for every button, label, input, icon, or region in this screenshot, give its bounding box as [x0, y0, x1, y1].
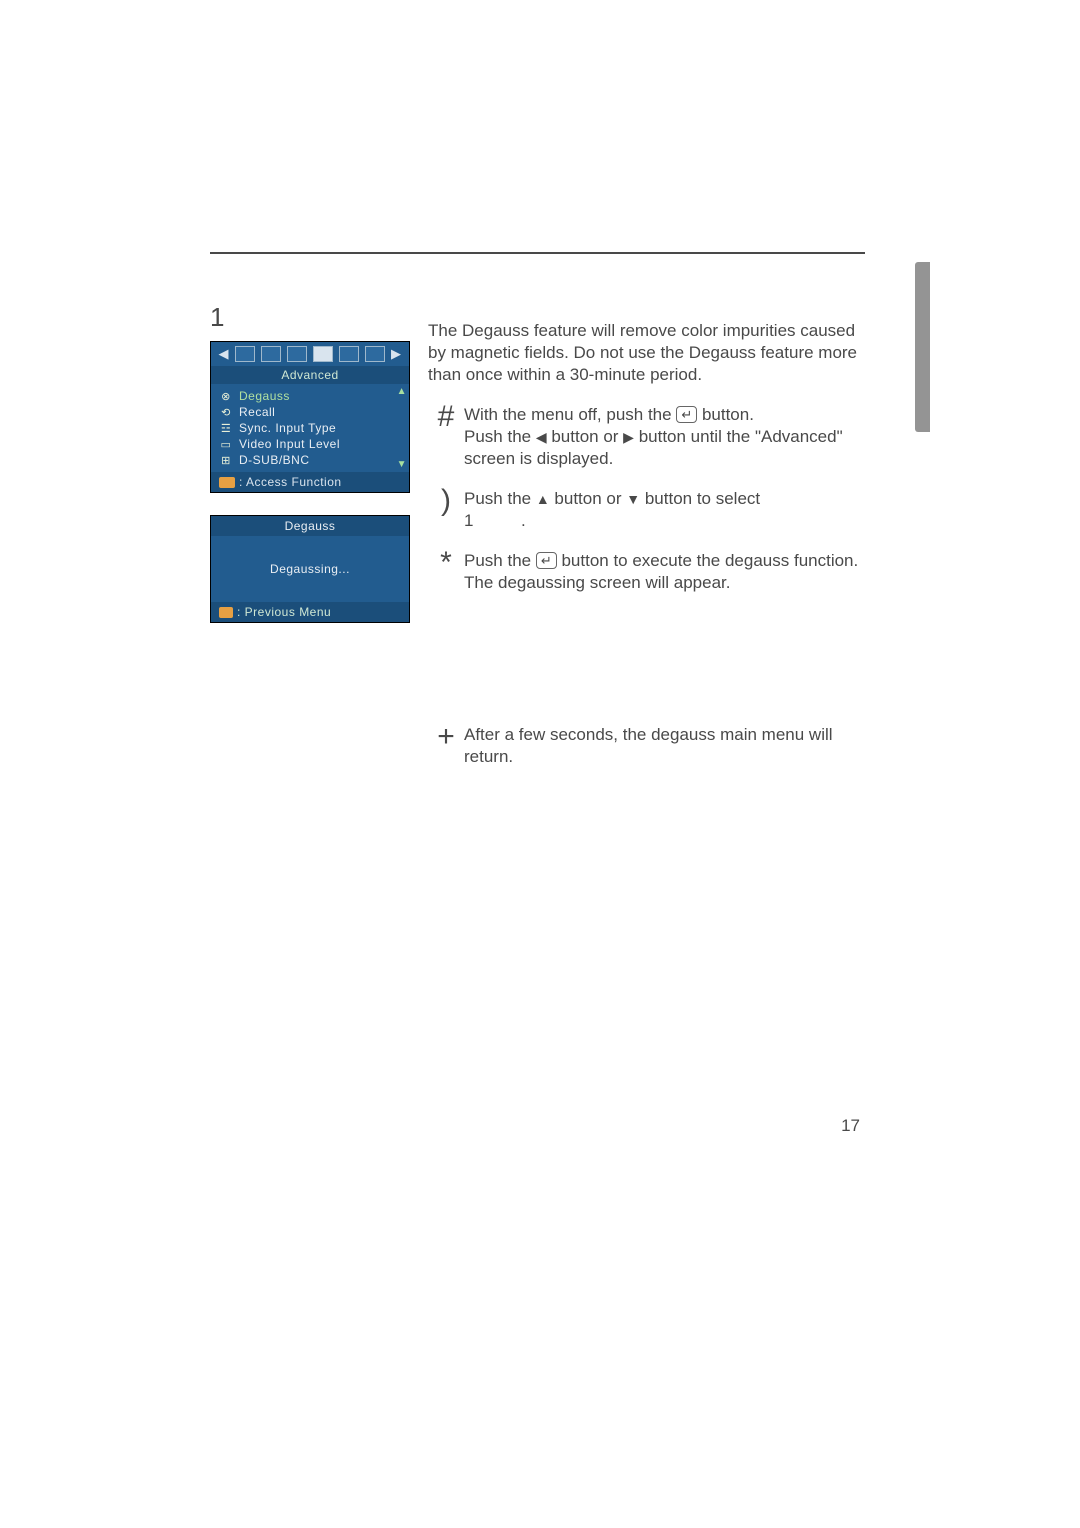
step-3: * Push the ↵ button to execute the degau…	[428, 550, 865, 594]
left-column: 1 ◀ ▶ Advanced ▲	[210, 302, 410, 623]
page: 1 ◀ ▶ Advanced ▲	[0, 0, 1080, 1528]
scroll-down-icon: ▼	[397, 459, 407, 470]
text: After a few seconds, the degauss main me…	[464, 725, 833, 766]
video-input-icon: ▭	[219, 438, 233, 450]
osd-item-sync-input-type: ☲ Sync. Input Type	[219, 420, 401, 436]
page-number: 17	[841, 1116, 860, 1136]
step-1: # With the menu off, push the ↵ button. …	[428, 404, 865, 470]
tab-left-arrow-icon: ◀	[219, 346, 230, 362]
enter-hint-icon	[219, 477, 235, 488]
osd-degauss-screen: Degauss Degaussing... : Previous Menu	[210, 515, 410, 623]
left-arrow-icon: ◀	[536, 426, 547, 448]
step-body: Push the ↵ button to execute the degauss…	[464, 550, 865, 594]
right-arrow-icon: ▶	[623, 426, 634, 448]
content-area: 1 ◀ ▶ Advanced ▲	[210, 302, 865, 786]
down-arrow-icon: ▼	[626, 488, 640, 510]
enter-button-icon: ↵	[536, 552, 557, 569]
text: button.	[702, 405, 754, 424]
osd-item-label: Sync. Input Type	[239, 421, 336, 435]
osd-advanced-menu: ◀ ▶ Advanced ▲ ⊗ Degauss	[210, 341, 410, 493]
step-body: With the menu off, push the ↵ button. Pu…	[464, 404, 865, 470]
degauss-icon: ⊗	[219, 390, 233, 402]
osd-hint-label: : Access Function	[239, 475, 342, 489]
tab-right-arrow-icon: ▶	[391, 346, 402, 362]
two-column-layout: 1 ◀ ▶ Advanced ▲	[210, 302, 865, 786]
osd-tab-icon	[261, 346, 281, 362]
sync-input-icon: ☲	[219, 422, 233, 434]
steps-list: # With the menu off, push the ↵ button. …	[428, 404, 865, 768]
osd-item-label: D-SUB/BNC	[239, 453, 310, 467]
osd-item-degauss: ⊗ Degauss	[219, 388, 401, 404]
osd2-body: Degaussing...	[211, 536, 409, 602]
step-2: ) Push the ▲ button or ▼ button to selec…	[428, 488, 865, 532]
osd-tab-icon	[287, 346, 307, 362]
text: Push the	[464, 551, 536, 570]
osd2-title: Degauss	[211, 516, 409, 536]
text: .	[521, 511, 526, 530]
osd-item-label: Video Input Level	[239, 437, 340, 451]
step-mark: +	[428, 724, 464, 750]
step-mark: #	[428, 404, 464, 430]
text: button or	[554, 489, 626, 508]
step-mark: )	[428, 488, 464, 514]
osd2-hint-bar: : Previous Menu	[211, 602, 409, 622]
step-body: Push the ▲ button or ▼ button to select …	[464, 488, 865, 532]
step-4: + After a few seconds, the degauss main …	[428, 724, 865, 768]
osd-body: ▲ ⊗ Degauss ⟲ Recall ☲ Sync. Input Type	[211, 384, 409, 472]
osd-tab-row: ◀ ▶	[211, 342, 409, 366]
enter-button-icon: ↵	[676, 406, 697, 423]
osd-item-recall: ⟲ Recall	[219, 404, 401, 420]
page-side-tab	[915, 262, 930, 432]
osd-tab-icon	[365, 346, 385, 362]
osd-title: Advanced	[211, 366, 409, 384]
text: button to select	[645, 489, 760, 508]
osd2-hint-label: : Previous Menu	[237, 605, 331, 619]
right-column: The Degauss feature will remove color im…	[410, 302, 865, 786]
osd-item-video-input-level: ▭ Video Input Level	[219, 436, 401, 452]
text: button or	[551, 427, 623, 446]
osd-item-label: Recall	[239, 405, 275, 419]
text: With the menu off, push the	[464, 405, 676, 424]
text: Push the	[464, 427, 536, 446]
step-body: After a few seconds, the degauss main me…	[464, 724, 865, 768]
osd-item-dsub-bnc: ⊞ D-SUB/BNC	[219, 452, 401, 468]
section-number: 1	[210, 302, 410, 333]
osd-item-label: Degauss	[239, 389, 290, 403]
osd-tab-icon	[235, 346, 255, 362]
up-arrow-icon: ▲	[536, 488, 550, 510]
select-number: 1	[464, 510, 473, 532]
recall-icon: ⟲	[219, 406, 233, 418]
back-hint-icon	[219, 607, 233, 618]
horizontal-rule	[210, 252, 865, 254]
osd-hint-bar: : Access Function	[211, 472, 409, 492]
osd-tab-icon	[339, 346, 359, 362]
intro-text: The Degauss feature will remove color im…	[428, 320, 865, 386]
osd-tab-icon-selected	[313, 346, 333, 362]
scroll-up-icon: ▲	[397, 386, 407, 397]
dsub-bnc-icon: ⊞	[219, 454, 233, 466]
text: Push the	[464, 489, 536, 508]
step-mark: *	[428, 550, 464, 576]
